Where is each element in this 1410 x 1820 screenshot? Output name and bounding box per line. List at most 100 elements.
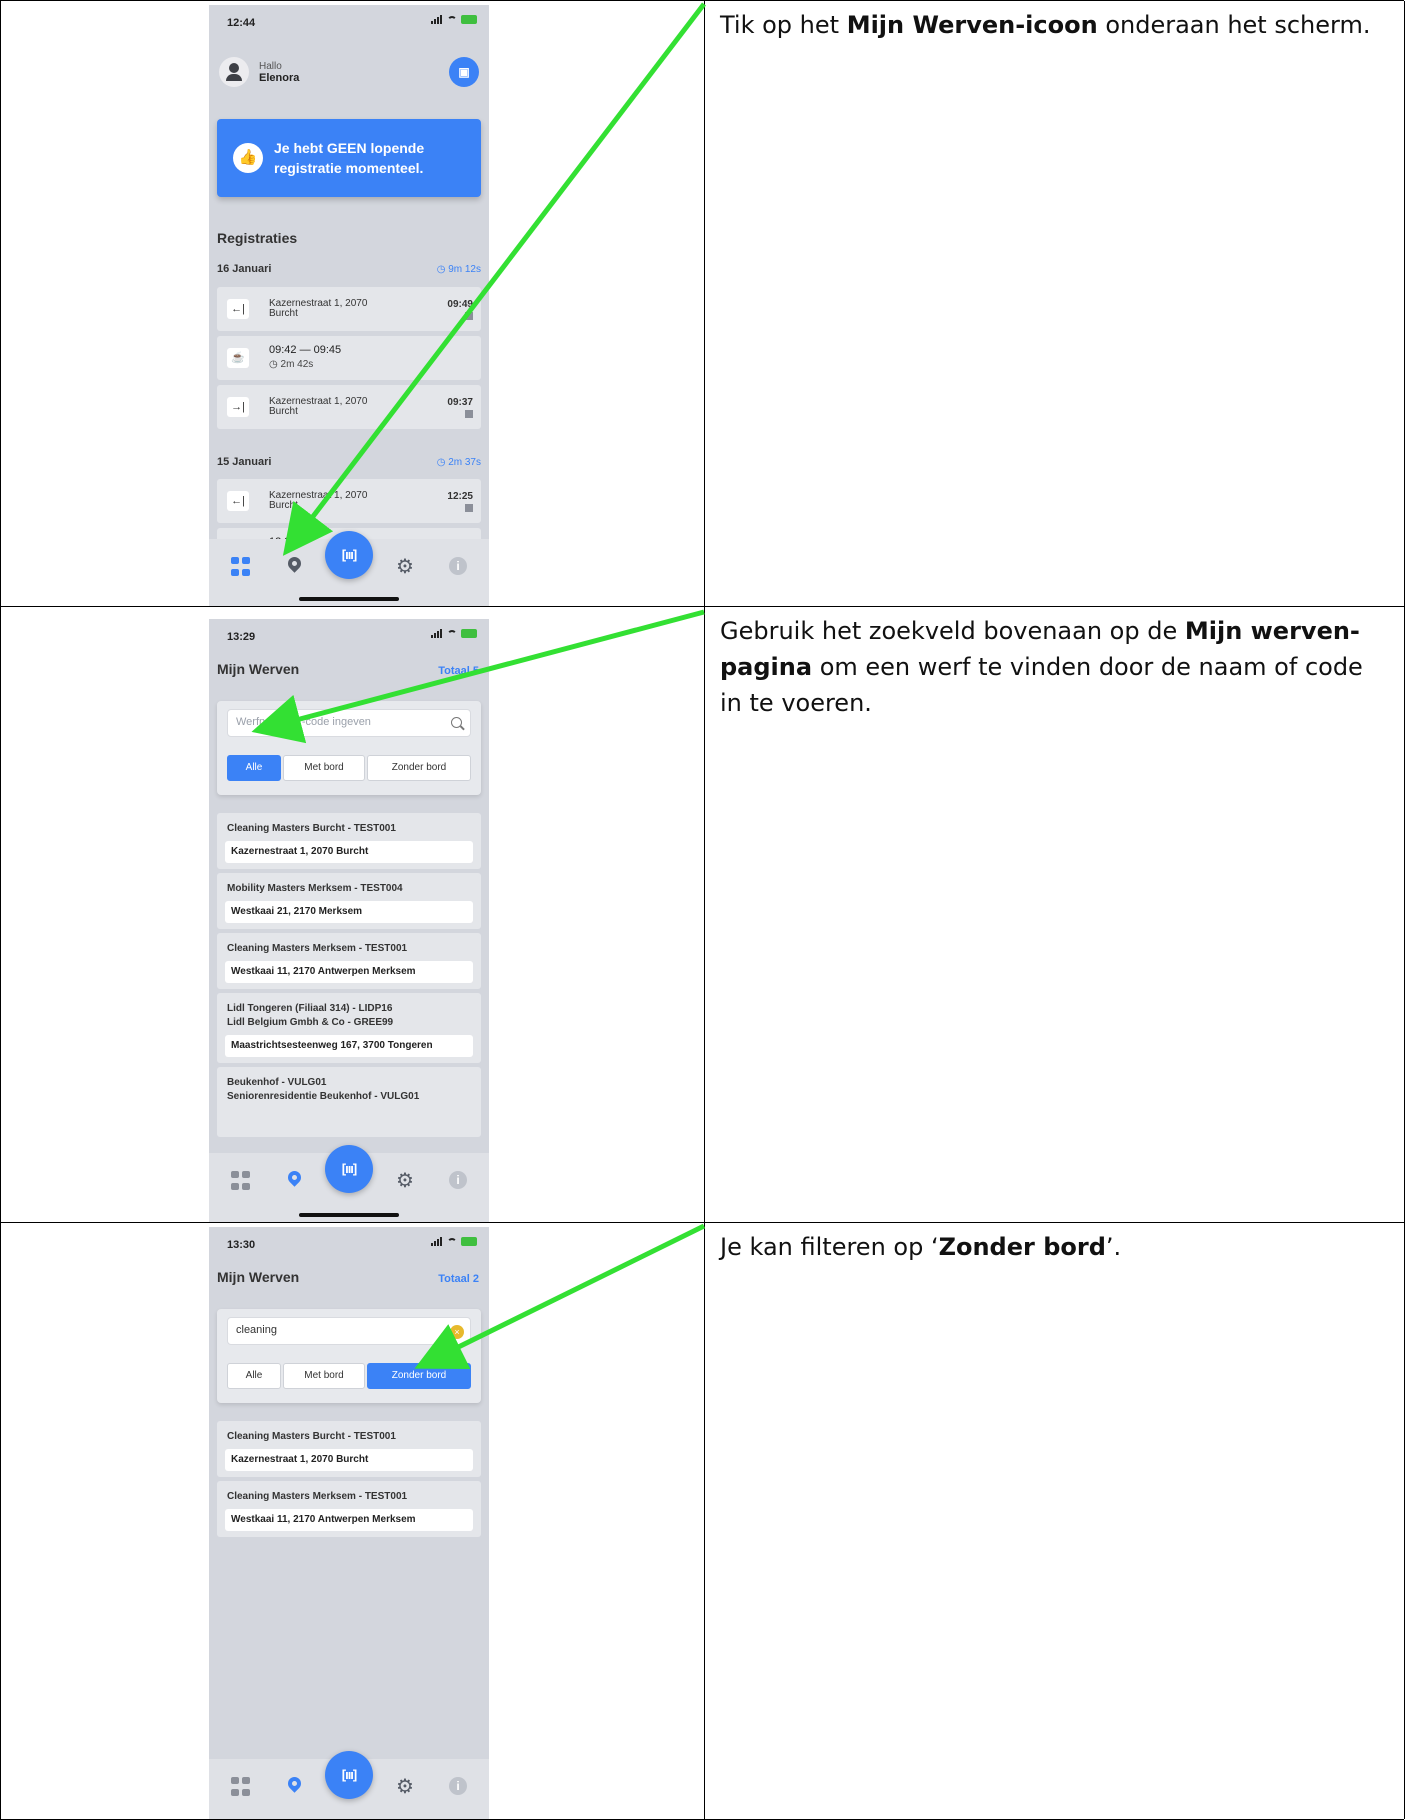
- tab-bar: [ııı] ⚙ i: [209, 1751, 489, 1819]
- scan-barcode-icon[interactable]: [ııı]: [325, 531, 373, 579]
- tab-settings-gear-icon[interactable]: ⚙: [395, 557, 415, 577]
- clear-icon[interactable]: ×: [450, 1325, 464, 1339]
- site-card[interactable]: Cleaning Masters Merksem - TEST001 Westk…: [217, 933, 481, 989]
- site-card[interactable]: Cleaning Masters Merksem - TEST001 Westk…: [217, 1481, 481, 1537]
- page-title: Mijn Werven: [217, 661, 300, 677]
- battery-icon: [461, 1237, 477, 1246]
- search-field[interactable]: ×: [227, 1317, 471, 1345]
- site-name: Beukenhof - VULG01 Seniorenresidentie Beu…: [227, 1076, 419, 1104]
- status-bar: 13:30: [209, 1227, 489, 1261]
- instruction-post: om een werf te vinden door de naam of co…: [720, 653, 1363, 717]
- registration-city: Burcht: [269, 500, 298, 511]
- registration-city: Burcht: [269, 308, 298, 319]
- total-count: Totaal 5: [438, 665, 479, 677]
- registration-item[interactable]: ☕ 09:42 — 09:45 ◷ 2m 42s: [217, 336, 481, 380]
- site-address: Westkaai 21, 2170 Merksem: [225, 901, 473, 923]
- search-card: Alle Met bord Zonder bord: [217, 701, 481, 795]
- site-card[interactable]: Cleaning Masters Burcht - TEST001 Kazern…: [217, 813, 481, 869]
- search-card: × Alle Met bord Zonder bord: [217, 1309, 481, 1403]
- search-input[interactable]: [234, 715, 438, 729]
- user-name: Elenora: [259, 72, 300, 84]
- tab-sites-location-pin-icon[interactable]: [285, 554, 305, 577]
- filter-all-button[interactable]: Alle: [227, 1363, 281, 1389]
- tab-info-icon[interactable]: i: [449, 1777, 467, 1795]
- tab-sites-location-pin-icon[interactable]: [285, 1774, 305, 1797]
- filter-without-board-button[interactable]: Zonder bord: [367, 1363, 471, 1389]
- tab-home-grid-icon[interactable]: [231, 1171, 251, 1191]
- search-field[interactable]: [227, 709, 471, 737]
- day-duration: ◷ 9m 12s: [436, 264, 481, 275]
- search-icon[interactable]: [451, 717, 462, 728]
- battery-icon: [461, 15, 477, 24]
- registration-time: 09:49: [447, 299, 473, 310]
- instruction-cell: Gebruik het zoekveld bovenaan op de Mijn…: [704, 607, 1405, 1223]
- page-title: Mijn Werven: [217, 1269, 300, 1285]
- checkout-icon: ←|: [227, 491, 249, 511]
- status-time: 12:44: [227, 17, 256, 29]
- qr-icon: [465, 312, 473, 320]
- tab-bar: [ııı] ⚙ i: [209, 1145, 489, 1223]
- site-name-line1: Beukenhof - VULG01: [227, 1077, 327, 1088]
- instruction-cell: Je kan filteren op ‘Zonder bord’.: [704, 1223, 1405, 1819]
- site-name-line1: Lidl Tongeren (Filiaal 314) - LIDP16: [227, 1003, 393, 1014]
- registration-city: Burcht: [269, 406, 298, 417]
- site-name-line2: Seniorenresidentie Beukenhof - VULG01: [227, 1091, 420, 1102]
- site-address: Westkaai 11, 2170 Antwerpen Merksem: [225, 961, 473, 983]
- registration-item[interactable]: →| Kazernestraat 1, 2070 Burcht 09:37: [217, 385, 481, 429]
- filter-all-button[interactable]: Alle: [227, 755, 281, 781]
- qr-icon: [465, 504, 473, 512]
- tab-info-icon[interactable]: i: [449, 557, 467, 575]
- tab-settings-gear-icon[interactable]: ⚙: [395, 1171, 415, 1191]
- tab-home-grid-icon[interactable]: [231, 557, 251, 577]
- instruction-post: onderaan het scherm.: [1097, 11, 1371, 39]
- tab-settings-gear-icon[interactable]: ⚙: [395, 1777, 415, 1797]
- filter-segmented-control: Alle Met bord Zonder bord: [227, 755, 471, 781]
- site-name: Cleaning Masters Burcht - TEST001: [227, 1431, 396, 1442]
- site-address: Kazernestraat 1, 2070 Burcht: [225, 1449, 473, 1471]
- section-title: Registraties: [217, 230, 298, 246]
- checkout-icon: ←|: [227, 299, 249, 319]
- wifi-icon: [447, 15, 457, 24]
- tab-home-grid-icon[interactable]: [231, 1777, 251, 1797]
- screenshot-cell: 13:30 Mijn Werven Totaal 2 × Alle Met bo…: [0, 1223, 705, 1819]
- registration-item[interactable]: ←| Kazernestraat 1, 2070 Burcht 12:25: [217, 479, 481, 523]
- wifi-icon: [447, 1237, 457, 1246]
- tab-sites-location-pin-icon[interactable]: [285, 1168, 305, 1191]
- instruction-pre: Gebruik het zoekveld bovenaan op de: [720, 617, 1185, 645]
- table-row: 12:44 Hallo Elenora ▣ 👍 Je hebt GEEN lop…: [0, 0, 1405, 607]
- tab-info-icon[interactable]: i: [449, 1171, 467, 1189]
- status-icons: [431, 15, 477, 24]
- avatar[interactable]: [219, 57, 249, 87]
- instruction-bold: Zonder bord: [938, 1233, 1106, 1261]
- site-name: Lidl Tongeren (Filiaal 314) - LIDP16 Lidl…: [227, 1002, 393, 1030]
- site-name: Cleaning Masters Burcht - TEST001: [227, 823, 396, 834]
- instruction-bold: Mijn Werven-icoon: [846, 11, 1098, 39]
- filter-without-board-button[interactable]: Zonder bord: [367, 755, 471, 781]
- site-name-line2: Lidl Belgium Gmbh & Co - GREE99: [227, 1017, 394, 1028]
- site-address: Kazernestraat 1, 2070 Burcht: [225, 841, 473, 863]
- filter-with-board-button[interactable]: Met bord: [283, 755, 365, 781]
- break-duration: ◷ 2m 42s: [269, 359, 314, 370]
- site-card[interactable]: Beukenhof - VULG01 Seniorenresidentie Beu…: [217, 1067, 481, 1137]
- instruction-text: Gebruik het zoekveld bovenaan op de Mijn…: [720, 613, 1388, 721]
- day-duration-value: 9m 12s: [448, 264, 481, 275]
- site-name: Cleaning Masters Merksem - TEST001: [227, 943, 408, 954]
- badge-scan-icon[interactable]: ▣: [449, 57, 479, 87]
- greeting-text: Hallo: [259, 61, 282, 72]
- table-row: 13:30 Mijn Werven Totaal 2 × Alle Met bo…: [0, 1222, 1405, 1820]
- screenshot-cell: 13:29 Mijn Werven Totaal 5 Alle Met bord…: [0, 607, 705, 1223]
- status-icons: [431, 629, 477, 638]
- registration-item[interactable]: ←| Kazernestraat 1, 2070 Burcht 09:49: [217, 287, 481, 331]
- day-duration: ◷ 2m 37s: [436, 457, 481, 468]
- site-card[interactable]: Lidl Tongeren (Filiaal 314) - LIDP16 Lidl…: [217, 993, 481, 1063]
- status-bar: 13:29: [209, 619, 489, 653]
- scan-barcode-icon[interactable]: [ııı]: [325, 1145, 373, 1193]
- filter-with-board-button[interactable]: Met bord: [283, 1363, 365, 1389]
- phone-sites-screen: 13:29 Mijn Werven Totaal 5 Alle Met bord…: [209, 619, 489, 1223]
- site-card[interactable]: Cleaning Masters Burcht - TEST001 Kazern…: [217, 1421, 481, 1477]
- search-input[interactable]: [234, 1323, 438, 1337]
- instruction-post: ’.: [1105, 1233, 1122, 1261]
- scan-barcode-icon[interactable]: [ııı]: [325, 1751, 373, 1799]
- site-card[interactable]: Mobility Masters Merksem - TEST004 Westk…: [217, 873, 481, 929]
- site-address: Maastrichtsesteenweg 167, 3700 Tongeren: [225, 1035, 473, 1057]
